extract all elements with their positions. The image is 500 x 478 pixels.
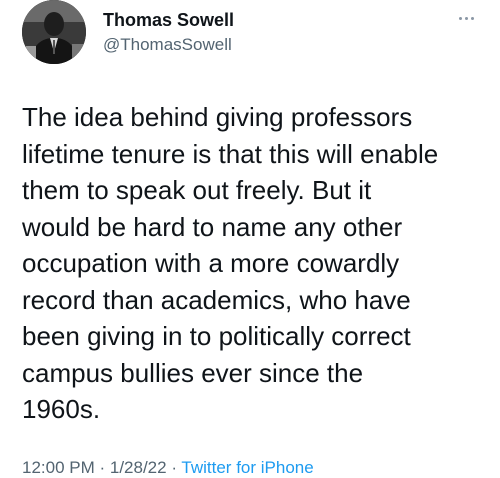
more-horizontal-icon	[470, 16, 474, 20]
tweet-text-line: campus bullies ever since the	[22, 357, 364, 388]
more-button[interactable]	[452, 8, 480, 28]
tweet-timestamp[interactable]: 12:00 PM · 1/28/22 ·	[22, 458, 177, 477]
tweet-meta: 12:00 PM · 1/28/22 · Twitter for iPhone	[22, 458, 314, 478]
avatar[interactable]	[22, 0, 86, 64]
more-horizontal-icon	[458, 16, 462, 20]
tweet-text-line: occupation with a more cowardly	[22, 248, 400, 278]
tweet-card: Thomas Sowell @ThomasSowell The idea beh…	[0, 0, 500, 477]
tweet-text: The idea behind giving professors lifeti…	[22, 99, 484, 428]
tweet-text-line: 1960s.	[22, 394, 101, 424]
avatar-photo	[22, 0, 86, 64]
tweet-source-link[interactable]: Twitter for iPhone	[181, 458, 313, 477]
more-horizontal-icon	[464, 16, 468, 20]
tweet-text-line: them to speak out freely. But it	[22, 175, 372, 205]
author-name[interactable]: Thomas Sowell	[103, 10, 234, 31]
tweet-text-line: The idea behind giving professors	[22, 102, 413, 132]
tweet-text-line: lifetime tenure is that this will enable	[22, 138, 439, 169]
tweet-text-line: record than academics, who have	[22, 284, 411, 315]
tweet-text-line: been giving in to politically correct	[22, 321, 411, 351]
tweet-text-line: would be hard to name any other	[22, 211, 403, 242]
author-handle[interactable]: @ThomasSowell	[103, 35, 232, 55]
